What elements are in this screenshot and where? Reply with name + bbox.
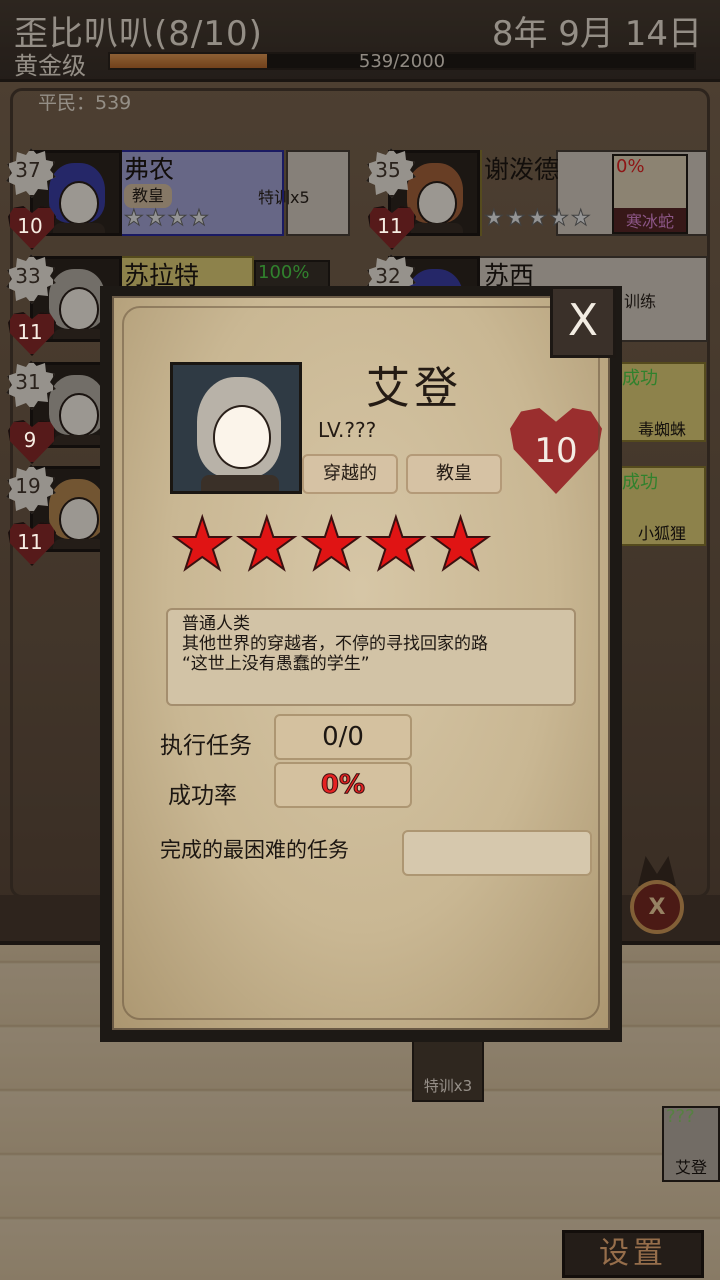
hardest-mission-label: 完成的最困难的任务 <box>160 838 349 862</box>
missions-label: 执行任务 <box>160 733 252 759</box>
loyalty-heart-icon: 10 <box>510 408 602 494</box>
rarity-stars: ★★★★★ <box>169 502 494 586</box>
missions-value: 0/0 <box>274 714 412 760</box>
level-value: 33 <box>15 264 41 288</box>
detail-portrait <box>170 362 302 494</box>
body <box>201 475 279 491</box>
level-value: 35 <box>375 158 401 182</box>
trait-tag: 穿越的 <box>302 454 398 494</box>
class-tag: 教皇 <box>406 454 502 494</box>
parchment-panel: 艾登 LV.??? 穿越的 教皇 10 ★★★★★ 普通人类 其他世界的穿越者，… <box>112 296 610 1030</box>
description-quote: “这世上没有愚蠢的学生” <box>182 654 370 674</box>
success-rate-value: 0% <box>274 762 412 808</box>
loyalty-value: 11 <box>17 320 43 344</box>
level-value: 32 <box>375 264 401 288</box>
level-value: 37 <box>15 158 41 182</box>
description-line: 其他世界的穿越者，不停的寻找回家的路 <box>182 634 488 654</box>
description-line: 普通人类 <box>182 614 250 634</box>
loyalty-value: 11 <box>17 530 43 554</box>
description-box: 普通人类 其他世界的穿越者，不停的寻找回家的路 “这世上没有愚蠢的学生” <box>166 608 576 706</box>
student-name: 艾登 <box>366 363 462 414</box>
success-rate-label: 成功率 <box>168 783 237 809</box>
hardest-mission-value <box>402 830 592 876</box>
student-detail-dialog: 艾登 LV.??? 穿越的 教皇 10 ★★★★★ 普通人类 其他世界的穿越者，… <box>100 286 622 1042</box>
loyalty-value: 10 <box>534 431 578 471</box>
loyalty-value: 11 <box>377 214 403 238</box>
face <box>213 405 271 469</box>
loyalty-value: 10 <box>17 214 43 238</box>
loyalty-value: 9 <box>23 428 37 452</box>
student-level: LV.??? <box>318 418 377 442</box>
close-button[interactable]: X <box>550 286 616 358</box>
level-value: 31 <box>15 370 41 394</box>
level-value: 19 <box>15 474 41 498</box>
